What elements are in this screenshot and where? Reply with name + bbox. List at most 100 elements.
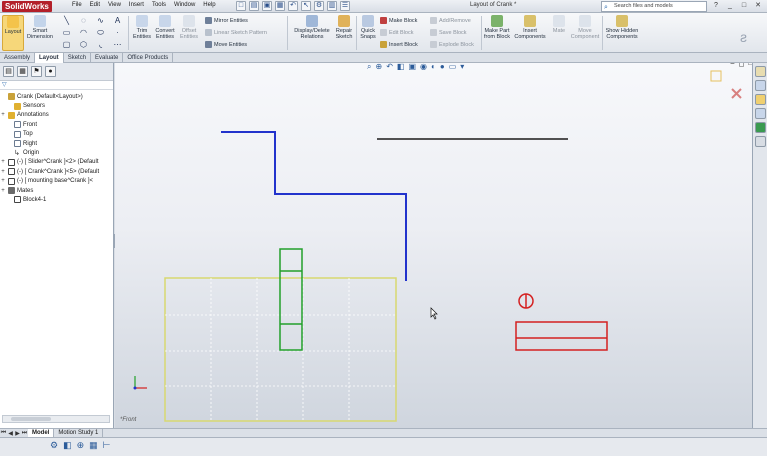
- sketch-point-icon[interactable]: ·: [109, 27, 126, 39]
- section-view-icon[interactable]: ◧: [397, 63, 405, 72]
- crank-sketch-line[interactable]: [221, 131, 407, 281]
- show-hidden-components-button[interactable]: Show Hidden Components: [604, 15, 640, 40]
- slot-tool-icon[interactable]: ▢: [58, 39, 75, 51]
- search-input[interactable]: ⌕ Search files and models: [601, 1, 707, 12]
- convert-entities-button[interactable]: Convert Entities: [153, 15, 177, 40]
- new-document-icon[interactable]: □: [236, 1, 246, 11]
- tree-item-slider[interactable]: + (-) [ Slider^Crank ]<2> (Default: [0, 158, 113, 167]
- linear-sketch-pattern-button[interactable]: Linear Sketch Pattern: [205, 29, 267, 36]
- expand-icon[interactable]: +: [0, 169, 6, 175]
- tree-item-crank[interactable]: + (-) [ Crank^Crank ]<5> (Default: [0, 167, 113, 176]
- tab-sketch[interactable]: Sketch: [64, 53, 92, 63]
- prev-tab-icon[interactable]: ◀: [7, 430, 14, 437]
- measure-status-icon[interactable]: ⊢: [103, 440, 111, 451]
- save-icon[interactable]: ▣: [262, 1, 272, 11]
- property-manager-icon[interactable]: ▦: [17, 66, 28, 77]
- edit-appearance-icon[interactable]: ●: [440, 63, 445, 72]
- tree-item-front[interactable]: Front: [0, 120, 113, 129]
- circle-tool-icon[interactable]: ◌: [75, 15, 92, 27]
- view-settings-icon[interactable]: ▾: [460, 63, 464, 72]
- maximize-icon[interactable]: □: [738, 1, 750, 11]
- smart-dimension-button[interactable]: Smart Dimension: [27, 15, 53, 40]
- mate-button[interactable]: Mate: [550, 15, 568, 34]
- zoom-status-icon[interactable]: ⊕: [77, 440, 85, 451]
- solidworks-logo[interactable]: SolidWorks: [2, 1, 52, 12]
- menu-tools[interactable]: Tools: [152, 2, 166, 8]
- expand-icon[interactable]: +: [0, 159, 6, 165]
- rebuild-status-icon[interactable]: ⚙: [50, 440, 58, 451]
- quick-snaps-button[interactable]: Quick Snaps: [358, 15, 378, 40]
- viewport-minimize-icon[interactable]: –: [729, 63, 736, 68]
- expand-icon[interactable]: +: [0, 112, 6, 118]
- tree-item-origin[interactable]: ↳ Origin: [0, 148, 113, 157]
- edit-block-button[interactable]: Edit Block: [380, 29, 413, 36]
- trim-entities-button[interactable]: Trim Entities: [131, 15, 153, 40]
- tree-item-top[interactable]: Top: [0, 130, 113, 139]
- file-explorer-icon[interactable]: [754, 94, 766, 105]
- previous-view-icon[interactable]: ↶: [386, 63, 393, 72]
- offset-entities-button[interactable]: Offset Entities: [178, 15, 200, 40]
- explode-block-button[interactable]: Explode Block: [430, 41, 474, 48]
- text-tool-icon[interactable]: A: [109, 15, 126, 27]
- apply-scene-icon[interactable]: ▭: [449, 63, 457, 72]
- menu-window[interactable]: Window: [174, 2, 195, 8]
- resources-icon[interactable]: [754, 66, 766, 77]
- tree-item-sensors[interactable]: Sensors: [0, 101, 113, 110]
- configuration-manager-icon[interactable]: ⚑: [31, 66, 42, 77]
- save-block-button[interactable]: Save Block: [430, 29, 467, 36]
- add-remove-button[interactable]: Add/Remove: [430, 17, 471, 24]
- tree-item-right[interactable]: Right: [0, 139, 113, 148]
- options-icon[interactable]: ☰: [340, 1, 350, 11]
- tree-item-mounting-base[interactable]: + (-) [ mounting base^Crank ]<: [0, 177, 113, 186]
- tree-filter-input[interactable]: ▽: [0, 81, 113, 90]
- menu-insert[interactable]: Insert: [129, 2, 144, 8]
- ellipse-tool-icon[interactable]: ⬭: [92, 27, 109, 39]
- red-block-sketch[interactable]: [515, 293, 608, 351]
- grid-status-icon[interactable]: ▦: [89, 440, 98, 451]
- menu-edit[interactable]: Edit: [90, 2, 100, 8]
- hide-show-icon[interactable]: ◐: [431, 63, 436, 72]
- fillet-tool-icon[interactable]: ◟: [92, 39, 109, 51]
- insert-components-button[interactable]: Insert Components: [512, 15, 548, 40]
- tab-layout[interactable]: Layout: [35, 53, 64, 63]
- last-tab-icon[interactable]: ⏭: [21, 430, 28, 437]
- slider-sketch[interactable]: [279, 248, 303, 351]
- menu-file[interactable]: File: [72, 2, 82, 8]
- move-component-button[interactable]: Move Component: [570, 15, 600, 40]
- tree-horizontal-scrollbar[interactable]: [2, 415, 110, 423]
- zoom-to-area-icon[interactable]: ⊕: [375, 63, 382, 72]
- move-entities-button[interactable]: Move Entities: [205, 41, 247, 48]
- make-part-from-block-button[interactable]: Make Part from Block: [484, 15, 510, 40]
- line-tool-icon[interactable]: ╲: [58, 15, 75, 27]
- tree-item-mates[interactable]: + Mates: [0, 186, 113, 195]
- tree-item-block[interactable]: Block4-1: [0, 195, 113, 204]
- file-properties-icon[interactable]: ▥: [327, 1, 337, 11]
- rectangle-tool-icon[interactable]: ▭: [58, 27, 75, 39]
- view-status-icon[interactable]: ◧: [63, 440, 72, 451]
- custom-properties-icon[interactable]: [754, 136, 766, 147]
- zoom-to-fit-icon[interactable]: ⌕: [367, 63, 371, 72]
- feature-manager-icon[interactable]: ▤: [3, 66, 14, 77]
- appearances-icon[interactable]: [754, 122, 766, 133]
- view-palette-icon[interactable]: [754, 108, 766, 119]
- confirmation-corner[interactable]: [710, 70, 742, 99]
- spline-tool-icon[interactable]: ∿: [92, 15, 109, 27]
- design-library-icon[interactable]: [754, 80, 766, 91]
- appearance-icon[interactable]: ●: [45, 66, 56, 77]
- graphics-area[interactable]: ⌕ ⊕ ↶ ◧ ▣ ◉ ◐ ● ▭ ▾ – ◻ □ × *Front: [115, 63, 752, 428]
- centerline-tool-icon[interactable]: ⋯: [109, 39, 126, 51]
- tab-evaluate[interactable]: Evaluate: [91, 53, 124, 63]
- menu-view[interactable]: View: [108, 2, 121, 8]
- first-tab-icon[interactable]: ⏮: [0, 430, 7, 437]
- polygon-tool-icon[interactable]: ⬡: [75, 39, 92, 51]
- expand-icon[interactable]: +: [0, 178, 6, 184]
- mirror-entities-button[interactable]: Mirror Entities: [205, 17, 248, 24]
- layout-button[interactable]: Layout: [2, 15, 24, 51]
- menu-help[interactable]: Help: [203, 2, 215, 8]
- minimize-icon[interactable]: _: [724, 1, 736, 11]
- select-arrow-icon[interactable]: ↖: [301, 1, 311, 11]
- print-icon[interactable]: ▦: [275, 1, 285, 11]
- tab-assembly[interactable]: Assembly: [0, 53, 36, 63]
- view-orientation-icon[interactable]: ▣: [408, 63, 416, 72]
- close-icon[interactable]: ✕: [752, 1, 764, 11]
